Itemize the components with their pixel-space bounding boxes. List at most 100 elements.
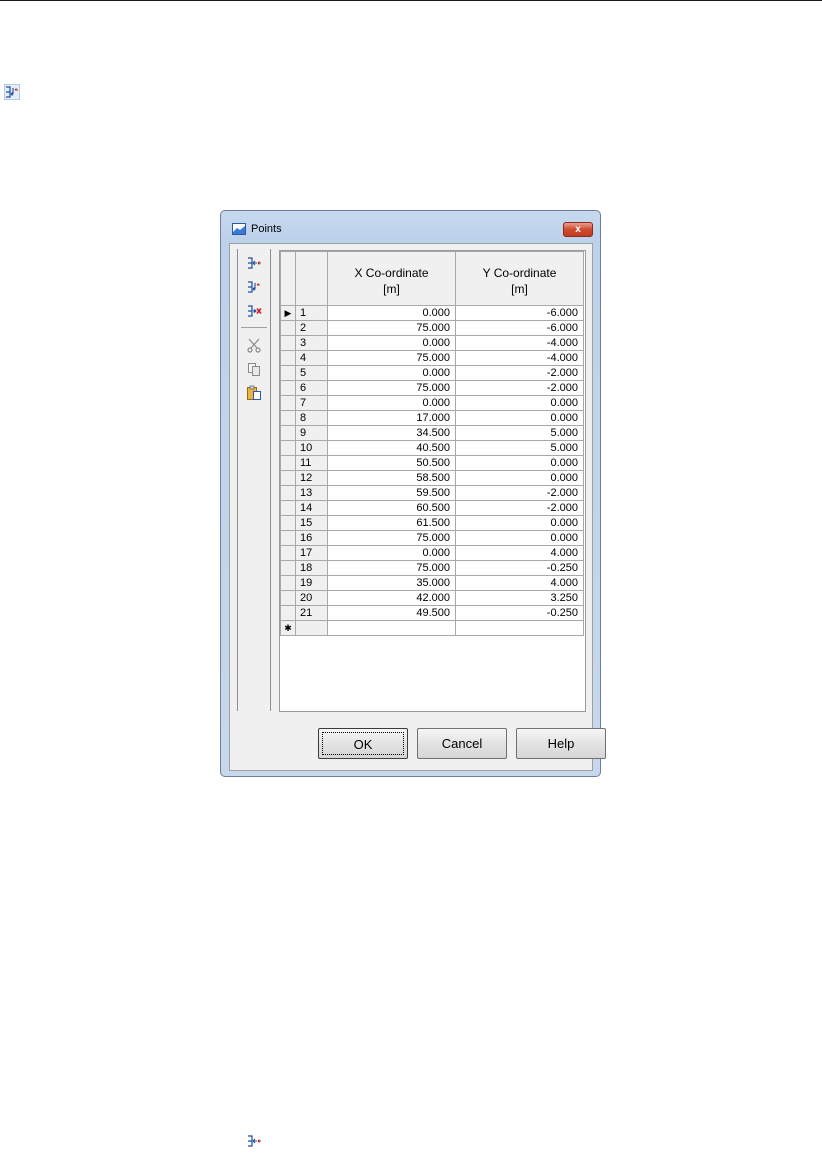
row-number-cell[interactable]: 18 (295, 560, 328, 576)
row-number-cell[interactable]: 16 (295, 530, 328, 546)
row-indicator[interactable] (280, 320, 296, 336)
y-coordinate-cell[interactable]: -6.000 (455, 320, 584, 336)
y-coordinate-cell[interactable]: 5.000 (455, 440, 584, 456)
row-indicator[interactable] (280, 560, 296, 576)
row-number-cell[interactable]: 2 (295, 320, 328, 336)
y-coordinate-cell[interactable]: -4.000 (455, 350, 584, 366)
row-indicator[interactable] (280, 530, 296, 546)
y-coordinate-cell[interactable]: 0.000 (455, 470, 584, 486)
table-row[interactable]: 8 17.000 0.000 (280, 410, 584, 426)
x-coordinate-cell[interactable]: 61.500 (327, 515, 456, 531)
table-row[interactable]: 15 61.500 0.000 (280, 515, 584, 531)
close-button[interactable]: x (563, 222, 593, 237)
y-coordinate-cell[interactable]: -0.250 (455, 560, 584, 576)
table-row[interactable]: 19 35.000 4.000 (280, 575, 584, 591)
row-number-cell[interactable]: 1 (295, 305, 328, 321)
table-row[interactable]: 2 75.000 -6.000 (280, 320, 584, 336)
row-indicator[interactable] (280, 350, 296, 366)
new-row-x-cell[interactable] (327, 620, 456, 636)
table-row[interactable]: 12 58.500 0.000 (280, 470, 584, 486)
x-coordinate-cell[interactable]: 34.500 (327, 425, 456, 441)
row-number-cell[interactable]: 11 (295, 455, 328, 471)
x-coordinate-cell[interactable]: 49.500 (327, 605, 456, 621)
row-number-cell[interactable]: 20 (295, 590, 328, 606)
x-coordinate-cell[interactable]: 75.000 (327, 560, 456, 576)
y-coordinate-column-header[interactable]: Y Co-ordinate [m] (455, 251, 584, 306)
row-indicator[interactable] (280, 470, 296, 486)
table-row[interactable]: 3 0.000 -4.000 (280, 335, 584, 351)
row-number-cell[interactable]: 8 (295, 410, 328, 426)
x-coordinate-cell[interactable]: 75.000 (327, 530, 456, 546)
x-coordinate-cell[interactable]: 58.500 (327, 470, 456, 486)
table-row[interactable]: 10 40.500 5.000 (280, 440, 584, 456)
help-button[interactable]: Help (516, 728, 606, 759)
y-coordinate-cell[interactable]: -4.000 (455, 335, 584, 351)
row-number-cell[interactable]: 5 (295, 365, 328, 381)
y-coordinate-cell[interactable]: 0.000 (455, 410, 584, 426)
y-coordinate-cell[interactable]: 0.000 (455, 395, 584, 411)
x-coordinate-cell[interactable]: 50.500 (327, 455, 456, 471)
row-number-cell[interactable]: 14 (295, 500, 328, 516)
table-row[interactable]: 6 75.000 -2.000 (280, 380, 584, 396)
row-number-cell[interactable]: 10 (295, 440, 328, 456)
copy-icon[interactable] (246, 361, 262, 377)
table-row[interactable]: 16 75.000 0.000 (280, 530, 584, 546)
new-row-number-cell[interactable] (295, 620, 328, 636)
y-coordinate-cell[interactable]: 4.000 (455, 575, 584, 591)
table-row[interactable]: 17 0.000 4.000 (280, 545, 584, 561)
row-indicator[interactable] (280, 410, 296, 426)
row-number-cell[interactable]: 13 (295, 485, 328, 501)
new-row-y-cell[interactable] (455, 620, 584, 636)
y-coordinate-cell[interactable]: -2.000 (455, 500, 584, 516)
row-indicator[interactable] (280, 590, 296, 606)
points-grid[interactable]: X Co-ordinate [m] Y Co-ordinate [m] ▶ 1 0.… (279, 250, 586, 712)
paste-icon[interactable] (246, 385, 262, 401)
dialog-titlebar[interactable]: Points x (221, 211, 600, 239)
y-coordinate-cell[interactable]: -6.000 (455, 305, 584, 321)
row-indicator[interactable] (280, 515, 296, 531)
cut-icon[interactable] (246, 337, 262, 353)
cancel-button[interactable]: Cancel (417, 728, 507, 759)
new-row-indicator[interactable]: ✱ (280, 620, 296, 636)
row-indicator[interactable] (280, 485, 296, 501)
x-coordinate-cell[interactable]: 60.500 (327, 500, 456, 516)
y-coordinate-cell[interactable]: 0.000 (455, 515, 584, 531)
row-number-cell[interactable]: 19 (295, 575, 328, 591)
x-coordinate-cell[interactable]: 35.000 (327, 575, 456, 591)
table-row[interactable]: 5 0.000 -2.000 (280, 365, 584, 381)
row-indicator[interactable] (280, 575, 296, 591)
table-row[interactable]: 20 42.000 3.250 (280, 590, 584, 606)
row-indicator[interactable] (280, 500, 296, 516)
add-row-icon[interactable] (246, 255, 262, 271)
new-row[interactable]: ✱ (280, 620, 584, 636)
x-coordinate-cell[interactable]: 75.000 (327, 350, 456, 366)
insert-row-icon[interactable] (246, 279, 262, 295)
row-number-cell[interactable]: 12 (295, 470, 328, 486)
row-number-cell[interactable]: 9 (295, 425, 328, 441)
row-number-cell[interactable]: 7 (295, 395, 328, 411)
y-coordinate-cell[interactable]: -2.000 (455, 380, 584, 396)
row-number-cell[interactable]: 15 (295, 515, 328, 531)
table-row[interactable]: 21 49.500 -0.250 (280, 605, 584, 621)
x-coordinate-cell[interactable]: 75.000 (327, 320, 456, 336)
ok-button[interactable]: OK (318, 728, 408, 759)
y-coordinate-cell[interactable]: 3.250 (455, 590, 584, 606)
x-coordinate-column-header[interactable]: X Co-ordinate [m] (327, 251, 456, 306)
row-indicator[interactable] (280, 545, 296, 561)
x-coordinate-cell[interactable]: 0.000 (327, 335, 456, 351)
x-coordinate-cell[interactable]: 0.000 (327, 365, 456, 381)
row-indicator[interactable] (280, 335, 296, 351)
y-coordinate-cell[interactable]: -2.000 (455, 485, 584, 501)
x-coordinate-cell[interactable]: 42.000 (327, 590, 456, 606)
x-coordinate-cell[interactable]: 40.500 (327, 440, 456, 456)
table-row[interactable]: 18 75.000 -0.250 (280, 560, 584, 576)
row-number-cell[interactable]: 3 (295, 335, 328, 351)
row-indicator[interactable] (280, 455, 296, 471)
row-indicator[interactable] (280, 440, 296, 456)
x-coordinate-cell[interactable]: 0.000 (327, 395, 456, 411)
row-indicator[interactable] (280, 425, 296, 441)
row-number-cell[interactable]: 17 (295, 545, 328, 561)
row-number-cell[interactable]: 4 (295, 350, 328, 366)
x-coordinate-cell[interactable]: 0.000 (327, 305, 456, 321)
x-coordinate-cell[interactable]: 59.500 (327, 485, 456, 501)
